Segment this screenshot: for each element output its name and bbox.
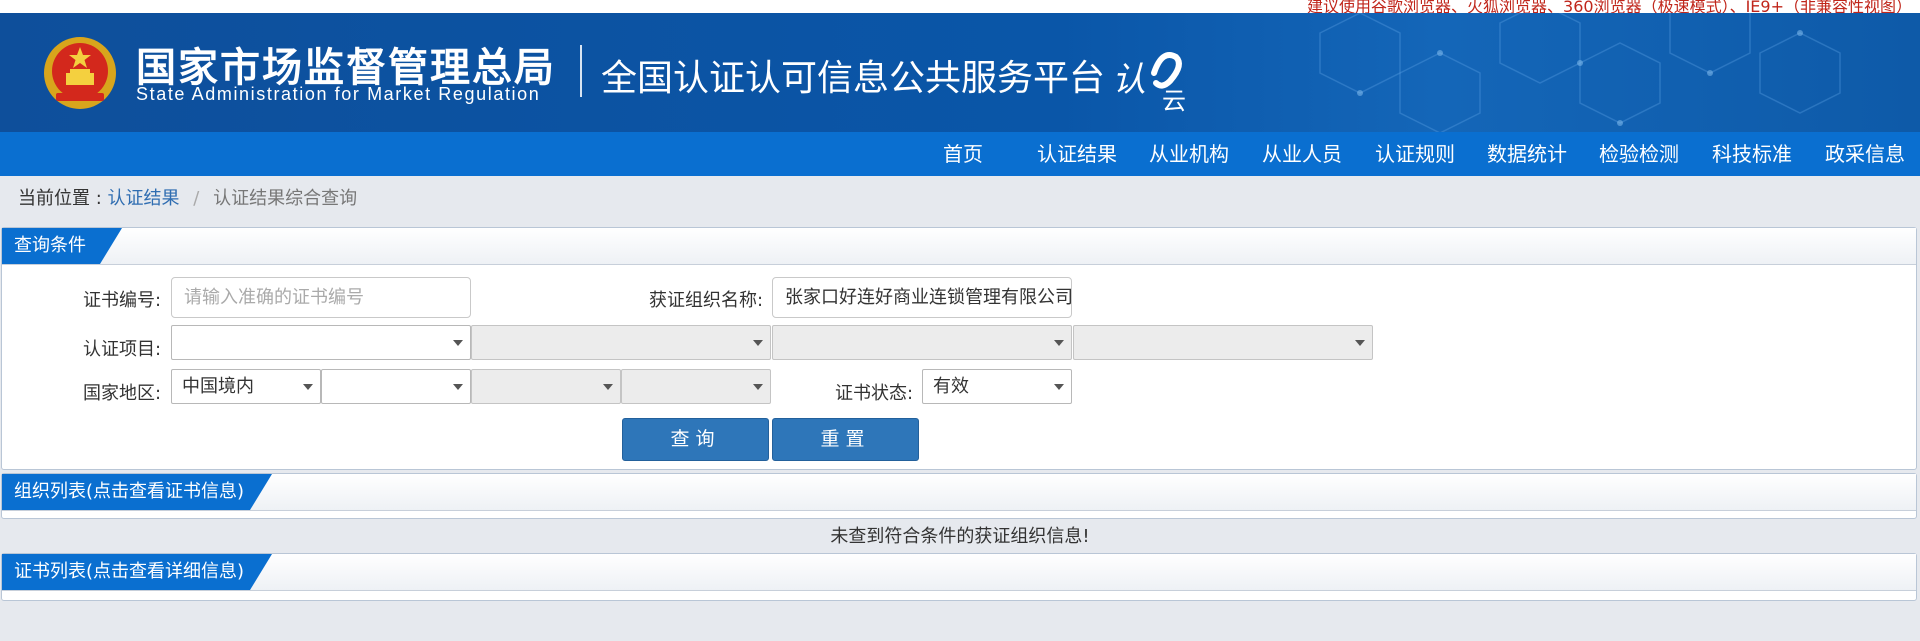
cert-list-panel: 证书列表(点击查看详细信息) [1,553,1917,601]
cert-item-select-1[interactable] [171,325,471,360]
national-emblem-icon [44,37,116,109]
cert-item-select-2[interactable] [471,325,771,360]
org-name-en: State Administration for Market Regulati… [136,84,541,104]
region-select-country[interactable]: 中国境内 [171,369,321,404]
dropdown-caret-icon [453,384,463,390]
dropdown-caret-icon [1054,340,1064,346]
query-panel-header: 查询条件 [2,228,1916,265]
platform-title: 全国认证认可信息公共服务平台 [601,58,1106,99]
org-list-panel: 组织列表(点击查看证书信息) [1,473,1917,519]
region-select-province[interactable] [321,369,471,404]
org-list-title: 组织列表(点击查看证书信息) [2,474,272,510]
query-panel-title: 查询条件 [2,228,122,264]
cert-status-value: 有效 [933,376,969,397]
dropdown-caret-icon [303,384,313,390]
cert-item-label: 认证项目: [83,339,162,360]
nav-item-inspection[interactable]: 检验检测 [1599,132,1679,176]
region-label: 国家地区: [83,383,162,404]
nav-item-home[interactable]: 首页 [943,132,983,176]
svg-text:认: 认 [1112,60,1146,100]
nav-item-personnel[interactable]: 从业人员 [1262,132,1342,176]
nav-item-standards[interactable]: 科技标准 [1712,132,1792,176]
dropdown-caret-icon [753,340,763,346]
browser-notice: 建议使用谷歌浏览器、火狐浏览器、360浏览器（极速模式）、IE9+（非兼容性视图… [1307,0,1912,13]
nav-item-procurement[interactable]: 政采信息 [1825,132,1905,176]
cert-status-select[interactable]: 有效 [922,369,1072,404]
cert-no-input[interactable]: 请输入准确的证书编号 [171,277,471,318]
hexagon-pattern-decoration [1319,13,1841,132]
breadcrumb-prefix: 当前位置 : [18,188,102,209]
cloud-logo-icon: 认 云 [1112,52,1186,113]
search-button[interactable]: 查询 [622,418,769,461]
dropdown-caret-icon [1355,340,1365,346]
nav-item-statistics[interactable]: 数据统计 [1487,132,1567,176]
reset-button[interactable]: 重置 [772,418,919,461]
nav-item-cert-results[interactable]: 认证结果 [1037,132,1117,176]
cert-item-select-3[interactable] [772,325,1072,360]
dropdown-caret-icon [453,340,463,346]
header-divider [580,45,582,97]
region-select-value: 中国境内 [182,376,254,397]
cert-item-select-4[interactable] [1073,325,1373,360]
breadcrumb: 当前位置 : 认证结果 / 认证结果综合查询 [18,184,357,210]
dropdown-caret-icon [603,384,613,390]
org-list-empty-message: 未查到符合条件的获证组织信息! [830,526,1090,547]
org-name-input[interactable]: 张家口好连好商业连锁管理有限公司 [772,277,1072,318]
dropdown-caret-icon [1054,384,1064,390]
cert-list-header: 证书列表(点击查看详细信息) [2,554,1916,591]
breadcrumb-separator: / [193,188,200,209]
site-header: 国家市场监督管理总局 State Administration for Mark… [0,13,1920,132]
org-list-header: 组织列表(点击查看证书信息) [2,474,1916,511]
main-nav: 首页 认证结果 从业机构 从业人员 认证规则 数据统计 检验检测 科技标准 政采… [0,132,1920,176]
cert-status-label: 证书状态: [835,383,914,404]
breadcrumb-current: 认证结果综合查询 [213,188,358,209]
nav-item-cert-rules[interactable]: 认证规则 [1375,132,1455,176]
cert-no-label: 证书编号: [83,290,162,311]
region-select-district[interactable] [621,369,771,404]
breadcrumb-link-cert-results[interactable]: 认证结果 [108,188,180,209]
svg-text:云: 云 [1162,87,1186,113]
cert-list-title: 证书列表(点击查看详细信息) [2,554,272,590]
region-select-city[interactable] [471,369,621,404]
dropdown-caret-icon [753,384,763,390]
browser-notice-bar: 建议使用谷歌浏览器、火狐浏览器、360浏览器（极速模式）、IE9+（非兼容性视图… [0,0,1920,13]
nav-item-institutions[interactable]: 从业机构 [1149,132,1229,176]
org-name-label: 获证组织名称: [649,290,764,311]
